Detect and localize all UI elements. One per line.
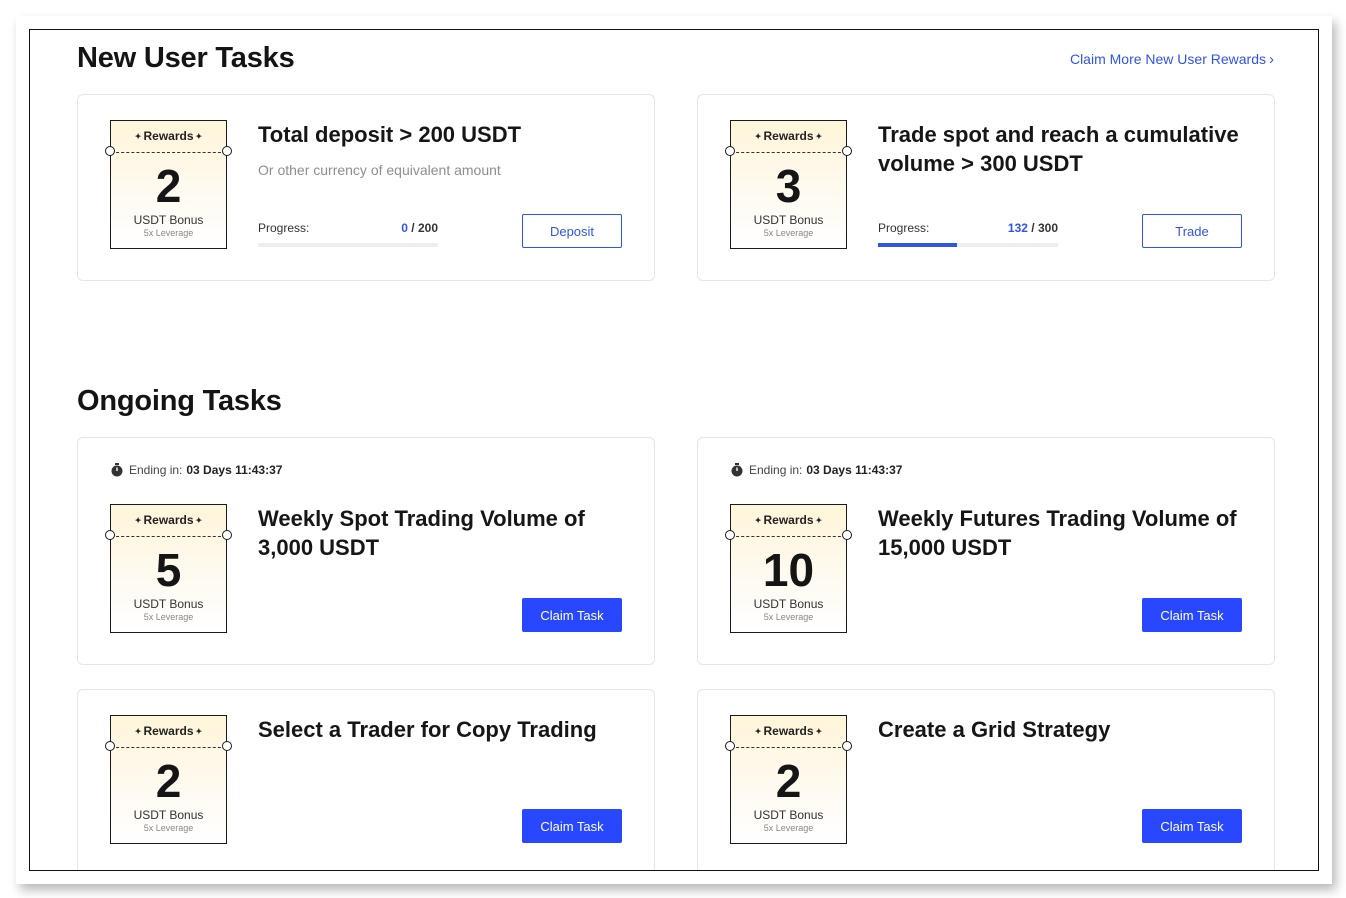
sparkle-icon: ✦ [195,727,203,736]
task-title: Weekly Futures Trading Volume of 15,000 … [878,506,1237,560]
stopwatch-icon [111,463,123,477]
progress-bar [258,243,438,247]
task-subtitle: Or other currency of equivalent amount [258,162,501,178]
reward-amount: 2 [155,160,182,212]
ending-label: Ending in: [129,463,183,477]
task-card-weekly-spot: Ending in: 03 Days 11:43:37 ✦ Rewards ✦ 5 U… [77,437,655,665]
sparkle-icon: ✦ [195,516,203,525]
ending-value: 03 Days 11:43:37 [806,463,903,477]
reward-ticket: ✦ Rewards ✦ 10 USDT Bonus 5x Leverage [725,504,852,633]
task-card-deposit: ✦ Rewards ✦ 2 USDT Bonus 5x Leverage Total… [77,94,655,281]
reward-amount: 3 [775,160,802,212]
sparkle-icon: ✦ [134,132,142,141]
progress-fill [878,243,958,247]
claim-more-rewards-label: Claim More New User Rewards [1069,51,1266,67]
rewards-label: Rewards [763,129,814,143]
reward-ticket: ✦ Rewards ✦ 3 USDT Bonus 5x Leverage [725,120,852,249]
progress-bar [878,243,1058,247]
rewards-label: Rewards [763,513,814,527]
stopwatch-icon [731,463,743,477]
sparkle-icon: ✦ [815,516,823,525]
sparkle-icon: ✦ [754,132,762,141]
task-card-trade-spot: ✦ Rewards ✦ 3 USDT Bonus 5x Leverage Trade… [697,94,1275,281]
reward-leverage: 5x Leverage [763,228,814,238]
reward-amount: 2 [155,755,182,807]
tasks-page: New User Tasks Claim More New User Rewar… [29,29,1319,871]
rewards-label: Rewards [143,129,194,143]
chevron-right-icon: › [1269,51,1274,68]
reward-leverage: 5x Leverage [143,612,194,622]
sparkle-icon: ✦ [754,727,762,736]
task-card-copy-trading: ✦ Rewards ✦ 2 USDT Bonus 5x Leverage Selec… [77,689,655,870]
task-title: Select a Trader for Copy Trading [258,717,597,742]
reward-unit: USDT Bonus [133,597,204,611]
reward-unit: USDT Bonus [753,213,824,227]
task-title: Create a Grid Strategy [878,717,1111,742]
reward-unit: USDT Bonus [753,808,824,822]
claim-task-button[interactable]: Claim Task [1142,809,1242,843]
deposit-button[interactable]: Deposit [522,214,622,248]
task-card-grid-strategy: ✦ Rewards ✦ 2 USDT Bonus 5x Leverage Creat… [697,689,1275,870]
rewards-label: Rewards [143,513,194,527]
sparkle-icon: ✦ [195,132,203,141]
reward-unit: USDT Bonus [133,213,204,227]
reward-leverage: 5x Leverage [763,612,814,622]
reward-ticket: ✦ Rewards ✦ 2 USDT Bonus 5x Leverage [105,120,232,249]
reward-ticket: ✦ Rewards ✦ 5 USDT Bonus 5x Leverage [105,504,232,633]
sparkle-icon: ✦ [134,727,142,736]
progress-value: 0 / 200 [401,221,438,235]
sparkle-icon: ✦ [754,516,762,525]
reward-leverage: 5x Leverage [143,823,194,833]
ending-label: Ending in: [749,463,803,477]
task-title: Trade spot and reach a cumulative volume… [878,122,1239,176]
reward-unit: USDT Bonus [133,808,204,822]
claim-more-rewards-link[interactable]: Claim More New User Rewards › [1070,51,1274,68]
reward-leverage: 5x Leverage [143,228,194,238]
progress-label: Progress: [258,221,310,235]
reward-amount: 10 [762,544,815,596]
task-title: Weekly Spot Trading Volume of 3,000 USDT [258,506,585,560]
claim-task-button[interactable]: Claim Task [522,598,622,632]
ongoing-tasks-title: Ongoing Tasks [77,385,282,417]
reward-ticket: ✦ Rewards ✦ 2 USDT Bonus 5x Leverage [725,715,852,844]
reward-amount: 5 [155,544,182,596]
reward-leverage: 5x Leverage [763,823,814,833]
progress-value: 132 / 300 [1007,221,1058,235]
sparkle-icon: ✦ [815,132,823,141]
rewards-label: Rewards [763,724,814,738]
sparkle-icon: ✦ [134,516,142,525]
reward-ticket: ✦ Rewards ✦ 2 USDT Bonus 5x Leverage [105,715,232,844]
new-user-tasks-title: New User Tasks [77,42,295,74]
trade-button[interactable]: Trade [1142,214,1242,248]
claim-task-button[interactable]: Claim Task [522,809,622,843]
rewards-label: Rewards [143,724,194,738]
ending-timer: Ending in: 03 Days 11:43:37 [110,463,282,477]
ending-timer: Ending in: 03 Days 11:43:37 [730,463,902,477]
progress-label: Progress: [878,221,930,235]
sparkle-icon: ✦ [815,727,823,736]
reward-amount: 2 [775,755,802,807]
claim-task-button[interactable]: Claim Task [1142,598,1242,632]
task-card-weekly-futures: Ending in: 03 Days 11:43:37 ✦ Rewards ✦ 10 … [697,437,1275,665]
ending-value: 03 Days 11:43:37 [186,463,283,477]
reward-unit: USDT Bonus [753,597,824,611]
task-title: Total deposit > 200 USDT [258,122,522,147]
